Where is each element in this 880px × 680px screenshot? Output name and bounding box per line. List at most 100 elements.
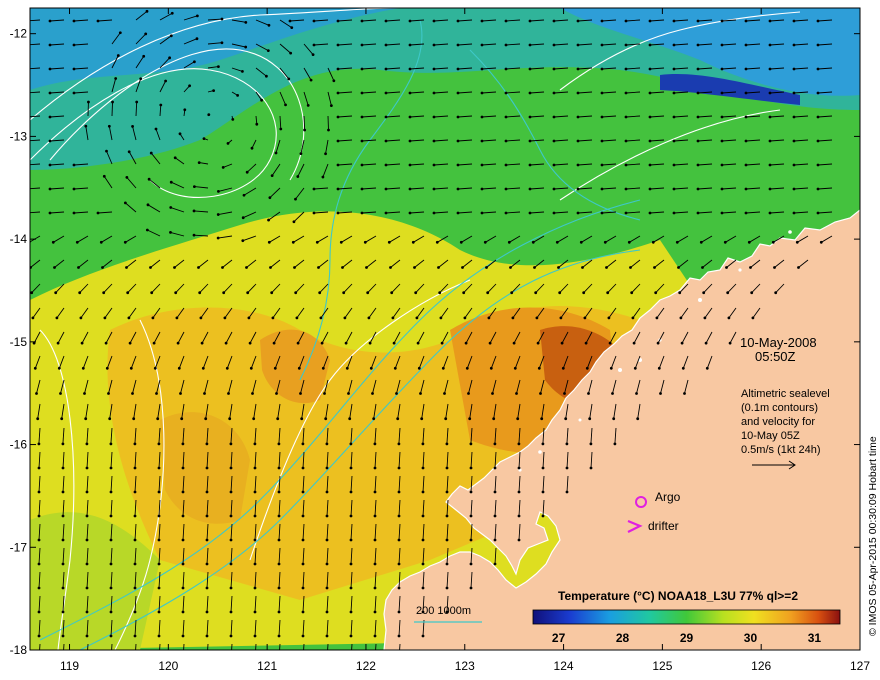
velocity-arrow-head	[703, 316, 707, 320]
velocity-arrow-head	[255, 122, 259, 126]
velocity-arrow-head	[624, 211, 628, 215]
colorbar-tick-label: 31	[808, 631, 822, 645]
velocity-arrow-head	[72, 91, 76, 95]
velocity-arrow-head	[373, 538, 377, 542]
velocity-arrow-head	[277, 514, 281, 518]
velocity-arrow-head	[384, 139, 388, 143]
velocity-arrow-head	[303, 128, 307, 132]
velocity-arrow-head	[360, 19, 364, 23]
velocity-arrow-head	[559, 316, 563, 320]
velocity-arrow-head	[336, 19, 340, 23]
velocity-arrow-head	[528, 211, 532, 215]
velocity-arrow-head	[206, 659, 209, 662]
velocity-arrow-head	[212, 89, 216, 92]
velocity-arrow-head	[157, 634, 161, 638]
velocity-arrow-head	[672, 187, 676, 191]
velocity-arrow-head	[589, 442, 593, 446]
velocity-arrow-head	[336, 211, 340, 215]
velocity-arrow-head	[607, 316, 611, 320]
velocity-arrow-head	[193, 60, 196, 64]
velocity-arrow-head	[816, 139, 820, 143]
velocity-arrow-head	[373, 466, 377, 470]
velocity-arrow-head	[277, 490, 281, 494]
velocity-arrow-head	[48, 139, 52, 143]
velocity-arrow-head	[217, 65, 220, 68]
velocity-arrow-head	[86, 659, 89, 662]
velocity-arrow-head	[792, 19, 796, 23]
velocity-arrow-head	[300, 417, 304, 421]
colorbar-tick-label: 30	[744, 631, 758, 645]
velocity-arrow-head	[205, 562, 209, 566]
velocity-arrow-head	[301, 586, 305, 590]
velocity-arrow-head	[295, 316, 299, 320]
velocity-arrow-head	[701, 266, 704, 269]
velocity-arrow-head	[507, 240, 511, 244]
velocity-arrow-head	[517, 490, 521, 494]
velocity-arrow-head	[336, 115, 340, 119]
lon-tick-label: 119	[60, 659, 79, 673]
velocity-arrow-head	[156, 417, 160, 421]
velocity-arrow-head	[72, 67, 76, 71]
velocity-arrow-head	[444, 417, 448, 421]
velocity-arrow-head	[72, 43, 76, 47]
velocity-arrow-head	[249, 366, 253, 370]
velocity-arrow-head	[147, 177, 151, 181]
velocity-arrow-head	[220, 17, 224, 21]
velocity-arrow-head	[48, 91, 52, 95]
velocity-arrow-head	[301, 490, 305, 494]
velocity-arrow-head	[339, 240, 343, 244]
velocity-arrow-head	[456, 187, 460, 191]
velocity-arrow-head	[480, 91, 484, 95]
velocity-arrow-head	[560, 341, 564, 345]
velocity-arrow-head	[696, 67, 700, 71]
velocity-arrow-head	[792, 163, 796, 167]
velocity-arrow-head	[350, 659, 353, 662]
velocity-arrow-head	[445, 586, 449, 590]
velocity-arrow-head	[633, 366, 637, 370]
colorbar-title: Temperature (°C) NOAA18_L3U 77% ql>=2	[558, 589, 798, 603]
velocity-arrow-head	[229, 442, 233, 446]
velocity-arrow-head	[244, 45, 248, 49]
lon-tick-label: 127	[850, 659, 870, 673]
velocity-arrow-head	[723, 240, 727, 244]
velocity-arrow-head	[271, 316, 275, 320]
velocity-arrow-head	[229, 514, 233, 518]
velocity-arrow-head	[216, 236, 220, 240]
velocity-arrow-head	[129, 366, 133, 370]
velocity-arrow-head	[408, 139, 412, 143]
velocity-arrow-head	[155, 392, 158, 395]
velocity-arrow-head	[469, 490, 473, 494]
velocity-arrow-head	[469, 514, 473, 518]
velocity-arrow-head	[266, 49, 270, 53]
velocity-arrow-head	[107, 124, 111, 128]
velocity-arrow-head	[630, 291, 634, 295]
velocity-arrow-head	[373, 634, 377, 638]
velocity-arrow-head	[528, 139, 532, 143]
velocity-arrow-head	[417, 366, 421, 370]
velocity-arrow-head	[37, 610, 41, 614]
velocity-arrow-head	[408, 187, 412, 191]
velocity-arrow-head	[456, 67, 460, 71]
velocity-arrow-head	[291, 240, 295, 244]
velocity-arrow-head	[38, 659, 41, 662]
velocity-arrow-head	[325, 490, 329, 494]
velocity-arrow-head	[269, 266, 272, 269]
velocity-arrow-head	[653, 266, 656, 269]
velocity-arrow-head	[272, 341, 276, 345]
velocity-arrow-head	[142, 54, 146, 58]
velocity-arrow-head	[657, 366, 661, 370]
velocity-arrow-head	[751, 316, 755, 320]
velocity-arrow-head	[540, 417, 544, 421]
velocity-arrow-head	[199, 316, 203, 320]
velocity-arrow-head	[177, 366, 181, 370]
velocity-arrow-head	[236, 94, 240, 97]
velocity-arrow-head	[216, 213, 220, 216]
velocity-arrow-head	[116, 54, 120, 57]
velocity-arrow-head	[720, 211, 724, 215]
velocity-arrow-head	[517, 514, 521, 518]
velocity-arrow-head	[321, 175, 325, 179]
velocity-arrow-head	[225, 366, 229, 370]
velocity-arrow-head	[96, 19, 100, 23]
velocity-arrow-head	[84, 124, 88, 128]
velocity-arrow-head	[528, 67, 532, 71]
